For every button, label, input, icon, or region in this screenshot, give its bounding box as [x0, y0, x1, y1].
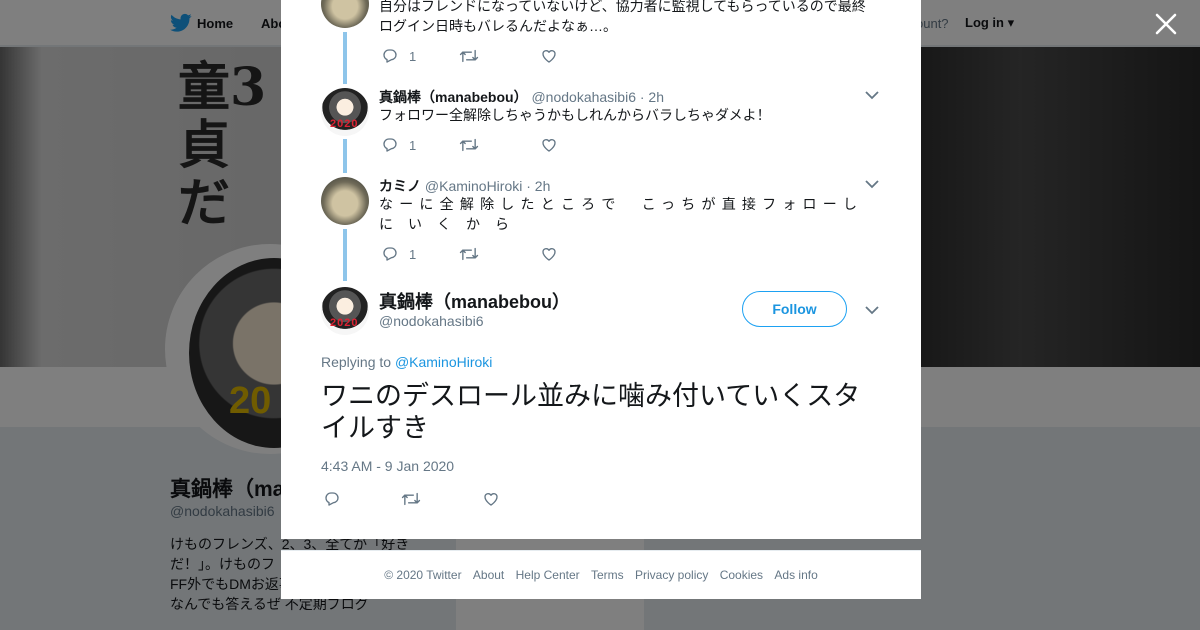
retweet-icon — [459, 49, 479, 63]
retweet-icon — [401, 492, 421, 506]
author-name[interactable]: カミノ — [379, 178, 421, 194]
footer-copyright: © 2020 Twitter — [384, 568, 462, 582]
retweet-icon — [459, 138, 479, 152]
reply-icon — [383, 49, 397, 63]
reply-button[interactable]: 1 — [381, 136, 431, 156]
tweet-time[interactable]: · 2h — [640, 89, 664, 105]
thread-line — [343, 32, 347, 84]
manabebou-avatar[interactable]: 2020 — [321, 287, 369, 335]
manabebou-avatar[interactable]: 2020 — [321, 88, 369, 136]
footer-about-link[interactable]: About — [473, 568, 504, 582]
footer-links: © 2020 Twitter About Help Center Terms P… — [281, 568, 921, 582]
kamino-avatar[interactable] — [321, 177, 369, 225]
reply-count: 1 — [409, 138, 417, 153]
tweet-header: カミノ @KaminoHiroki · 2h — [379, 176, 550, 196]
like-button[interactable] — [540, 245, 564, 265]
retweet-button[interactable] — [401, 490, 425, 510]
reply-icon — [325, 492, 339, 506]
reply-button[interactable]: 1 — [381, 245, 431, 265]
like-icon — [542, 248, 556, 261]
footer-ads-info-link[interactable]: Ads info — [774, 568, 817, 582]
tweet-text: 自分はフレンドになっていないけど、協力者に監視してもらっているので最終ログイン日… — [379, 0, 866, 34]
retweet-button[interactable] — [459, 136, 483, 156]
footer-privacy-link[interactable]: Privacy policy — [635, 568, 708, 582]
chevron-down-icon[interactable] — [865, 90, 879, 100]
like-button[interactable] — [482, 490, 506, 510]
like-icon — [484, 493, 498, 506]
main-author-name[interactable]: 真鍋棒（manabebou） — [379, 288, 570, 314]
replying-to: Replying to @KaminoHiroki — [321, 354, 492, 370]
chevron-down-icon[interactable] — [865, 179, 879, 189]
avatar-number: 2020 — [330, 118, 359, 130]
retweet-button[interactable] — [459, 245, 483, 265]
like-button[interactable] — [540, 136, 564, 156]
tweet-text: フォロワー全解除しちゃうかもしれんからバラしちゃダメよ！ — [379, 107, 771, 123]
retweet-button[interactable] — [459, 47, 483, 67]
reply-button[interactable] — [323, 490, 347, 510]
footer-terms-link[interactable]: Terms — [591, 568, 624, 582]
like-icon — [542, 50, 556, 63]
footer-help-center-link[interactable]: Help Center — [516, 568, 580, 582]
replying-to-link[interactable]: @KaminoHiroki — [395, 354, 492, 370]
author-handle[interactable]: @KaminoHiroki — [425, 178, 522, 194]
retweet-icon — [459, 247, 479, 261]
thread-line — [343, 139, 347, 173]
main-tweet-text: ワニのデスロール並みに噛み付いていくスタイルすき — [321, 381, 861, 443]
reply-button[interactable]: 1 — [381, 47, 431, 67]
avatar-number: 2020 — [330, 317, 359, 329]
author-name[interactable]: 真鍋棒（manabebou） — [379, 89, 528, 105]
footer: © 2020 Twitter About Help Center Terms P… — [281, 550, 921, 599]
tweet-text-line-1: なーに全解除したところで こっちが直接フォローし — [379, 196, 857, 212]
reply-count: 1 — [409, 247, 417, 262]
reply-icon — [383, 247, 397, 261]
like-icon — [542, 139, 556, 152]
like-button[interactable] — [540, 47, 564, 67]
tweet-modal: 自分はフレンドになっていないけど、協力者に監視してもらっているので最終ログイン日… — [281, 0, 921, 539]
tweet-time[interactable]: · 2h — [526, 178, 550, 194]
footer-cookies-link[interactable]: Cookies — [720, 568, 763, 582]
reply-icon — [383, 138, 397, 152]
reply-count: 1 — [409, 49, 417, 64]
replying-prefix: Replying to — [321, 354, 392, 370]
thread-line — [343, 229, 347, 281]
tweet-text-line-2: にいくから — [379, 216, 509, 232]
main-author-handle[interactable]: @nodokahasibi6 — [379, 313, 484, 329]
tweet-timestamp[interactable]: 4:43 AM - 9 Jan 2020 — [321, 458, 454, 474]
follow-button[interactable]: Follow — [742, 291, 847, 327]
chevron-down-icon[interactable] — [865, 305, 879, 315]
close-icon[interactable] — [1154, 12, 1178, 36]
kamino-avatar[interactable] — [321, 0, 369, 28]
author-handle[interactable]: @nodokahasibi6 — [531, 89, 636, 105]
tweet-header: 真鍋棒（manabebou） @nodokahasibi6 · 2h — [379, 87, 664, 107]
